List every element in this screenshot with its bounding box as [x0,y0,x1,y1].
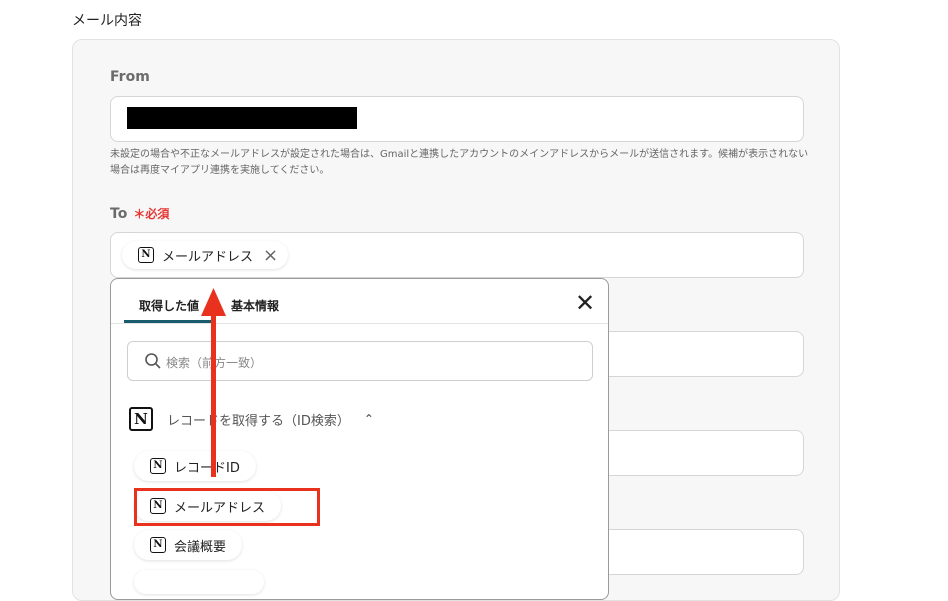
from-label: From [110,69,150,85]
notion-icon: N [150,458,166,474]
value-picker-dropdown: 取得した値 基本情報 ✕ 検索（前方一致） N レコードを取得する（ID検索） … [110,278,609,600]
arrow-up-icon [201,288,226,316]
group-label: レコードを取得する（ID検索） [167,413,350,429]
tab-divider [111,323,608,324]
annotation-arrow-shaft [211,312,216,477]
from-input[interactable] [110,96,804,142]
close-icon[interactable]: ✕ [575,289,595,317]
group-header[interactable]: N レコードを取得する（ID検索） ⌃ [129,407,374,431]
to-label: To [110,205,128,222]
notion-icon: N [150,537,166,553]
search-icon [145,353,161,369]
close-icon[interactable]: × [263,245,278,266]
list-item[interactable] [134,570,264,594]
to-chip[interactable]: N メールアドレス × [122,241,289,269]
to-label-row: To ＊必須 [110,205,169,222]
list-item[interactable]: N レコードID [134,451,256,481]
list-item[interactable]: N 会議概要 [134,530,243,560]
section-title: メール内容 [72,13,142,29]
redacted-value [127,107,357,129]
tab-acquired-values[interactable]: 取得した値 [139,297,199,314]
required-badge: ＊必須 [133,207,170,221]
list-item-label: 会議概要 [174,539,227,555]
chevron-up-icon: ⌃ [363,412,374,426]
highlight-box [134,488,320,526]
tab-basic-info[interactable]: 基本情報 [231,297,279,314]
notion-icon: N [129,407,153,431]
list-item-label: レコードID [174,460,240,476]
search-input[interactable]: 検索（前方一致） [127,341,593,381]
from-help-text: 未設定の場合や不正なメールアドレスが設定された場合は、Gmailと連携したアカウ… [110,149,809,176]
notion-icon: N [138,247,154,263]
to-input[interactable]: N メールアドレス × [110,232,804,278]
to-chip-label: メールアドレス [162,249,254,265]
